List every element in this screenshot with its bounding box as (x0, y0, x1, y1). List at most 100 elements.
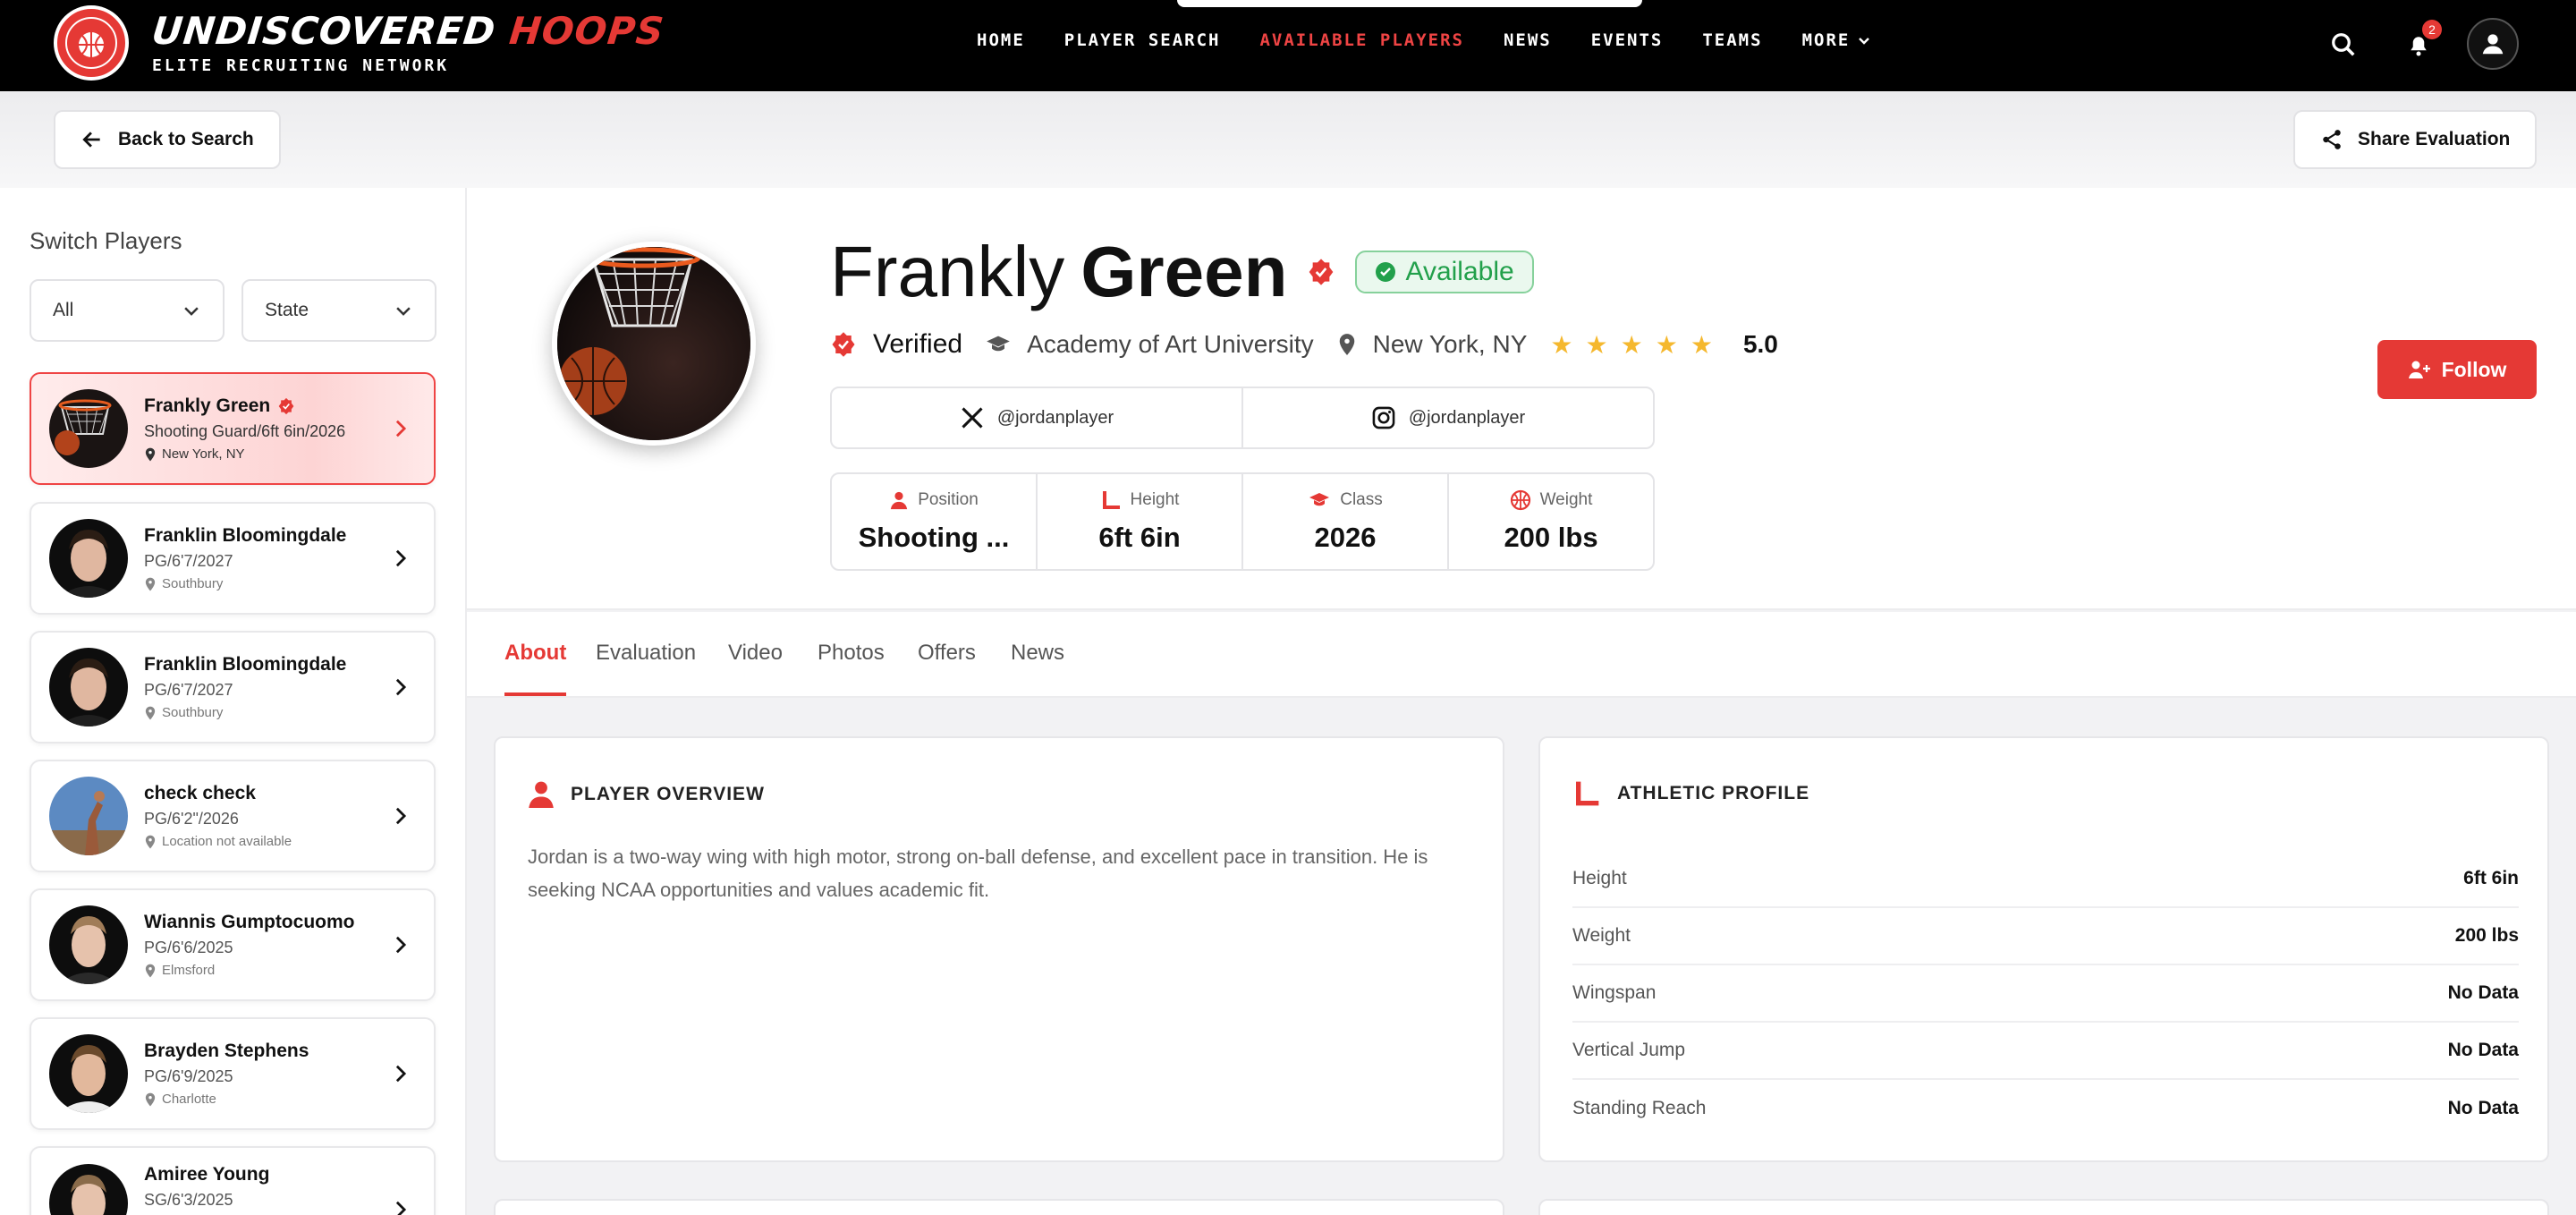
menu-teams[interactable]: TEAMS (1702, 30, 1762, 50)
basketball-icon (1510, 489, 1530, 511)
tab-photos[interactable]: Photos (818, 641, 885, 696)
school-name: Academy of Art University (1027, 330, 1314, 358)
brand-title: UNDISCOVERED HOOPS (149, 8, 666, 53)
player-card[interactable]: Franklin Bloomingdale PG/6'7/2027 Southb… (30, 502, 436, 615)
follow-button[interactable]: Follow (2377, 340, 2537, 399)
player-meta: PG/6'2"/2026 (144, 810, 239, 828)
notifications-button[interactable]: 2 (2399, 20, 2442, 64)
player-card[interactable]: Franklin Bloomingdale PG/6'7/2027 Southb… (30, 631, 436, 743)
share-evaluation-button[interactable]: Share Evaluation (2293, 110, 2538, 169)
twitter-link[interactable]: @jordanplayer (832, 388, 1243, 447)
menu-events[interactable]: EVENTS (1591, 30, 1664, 50)
location-pin-icon (145, 577, 156, 591)
location-pin-icon (145, 706, 156, 719)
star-icon: ★ (1655, 330, 1678, 359)
player-location: New York, NY (162, 446, 245, 462)
search-button[interactable] (2324, 25, 2363, 64)
share-label: Share Evaluation (2358, 129, 2511, 149)
player-photo (552, 242, 756, 446)
menu-available-players[interactable]: AVAILABLE PLAYERS (1259, 30, 1463, 50)
chevron-right-icon (395, 936, 407, 954)
top-notch (1177, 0, 1642, 7)
state-filter-select[interactable]: State (242, 279, 436, 342)
availability-badge: Available (1355, 251, 1534, 293)
search-icon (2332, 33, 2355, 56)
tab-about[interactable]: About (504, 641, 567, 696)
back-label: Back to Search (118, 129, 254, 149)
stat-height: Height 6ft 6in (1038, 474, 1243, 569)
location-pin-icon (145, 447, 156, 461)
location-pin-icon (1339, 334, 1354, 355)
athletic-row-height: Height 6ft 6in (1572, 851, 2519, 908)
verified-badge-icon (278, 397, 294, 415)
player-avatar (49, 648, 128, 726)
player-card[interactable]: Wiannis Gumptocuomo PG/6'6/2025 Elmsford (30, 888, 436, 1001)
notification-badge: 2 (2422, 20, 2442, 39)
chevron-right-icon (395, 1065, 407, 1083)
player-name: Wiannis Gumptocuomo (144, 912, 355, 932)
location-pin-icon (145, 1092, 156, 1106)
instagram-link[interactable]: @jordanplayer (1243, 388, 1653, 447)
player-avatar (49, 519, 128, 598)
first-name: Frankly (830, 232, 1065, 311)
chevron-right-icon (395, 678, 407, 696)
player-meta: Shooting Guard/6ft 6in/2026 (144, 422, 346, 440)
chevron-right-icon (395, 549, 407, 567)
x-twitter-icon (962, 407, 983, 429)
menu-player-search[interactable]: PLAYER SEARCH (1064, 30, 1221, 50)
chevron-right-icon (395, 420, 407, 438)
verified-badge-icon (1309, 259, 1334, 285)
player-avatar (49, 777, 128, 855)
position-filter-select[interactable]: All (30, 279, 225, 342)
player-name: Brayden Stephens (144, 1041, 309, 1061)
next-panel-left (494, 1199, 1504, 1215)
location-pin-icon (145, 835, 156, 848)
overview-text: Jordan is a two-way wing with high motor… (528, 845, 1428, 901)
player-name: Franklin Bloomingdale (144, 525, 347, 546)
player-location: Elmsford (162, 963, 216, 978)
player-name: Amiree Young (144, 1164, 270, 1185)
user-icon (891, 491, 908, 510)
player-card[interactable]: Brayden Stephens PG/6'9/2025 Charlotte (30, 1017, 436, 1130)
brand-logo[interactable]: UNDISCOVERED HOOPS ELITE RECRUITING NETW… (54, 5, 666, 81)
player-avatar (49, 389, 128, 468)
star-icon: ★ (1620, 330, 1643, 359)
last-name: Green (1080, 232, 1288, 311)
panel-title: PLAYER OVERVIEW (571, 784, 765, 804)
player-avatar (49, 1164, 128, 1215)
tab-evaluation[interactable]: Evaluation (596, 641, 696, 696)
sidebar-title: Switch Players (30, 227, 182, 254)
tab-news[interactable]: News (1011, 641, 1064, 696)
player-meta-row: Verified Academy of Art University New Y… (830, 329, 1778, 360)
graduation-cap-icon (1309, 493, 1330, 506)
menu-news[interactable]: NEWS (1504, 30, 1552, 50)
stat-class: Class 2026 (1243, 474, 1449, 569)
menu-more[interactable]: MORE (1802, 30, 1872, 50)
social-links: @jordanplayer @jordanplayer (830, 387, 1655, 449)
star-icon: ★ (1690, 330, 1713, 359)
account-button[interactable] (2467, 18, 2519, 70)
chevron-down-icon (1859, 38, 1870, 45)
player-location: Charlotte (162, 1092, 216, 1107)
player-meta: PG/6'7/2027 (144, 552, 233, 570)
location-pin-icon (145, 964, 156, 977)
tab-video[interactable]: Video (728, 641, 783, 696)
player-card-selected[interactable]: Frankly Green Shooting Guard/6ft 6in/202… (30, 372, 436, 485)
switch-players-sidebar: Switch Players All State Frankly Green S… (0, 188, 467, 1215)
verified-label: Verified (873, 329, 963, 359)
athletic-row-weight: Weight 200 lbs (1572, 908, 2519, 965)
menu-home[interactable]: HOME (977, 30, 1025, 50)
profile-tabs: About Evaluation Video Photos Offers New… (467, 612, 2576, 698)
player-stats-grid: Position Shooting ... Height 6ft 6in Cla… (830, 472, 1655, 571)
back-to-search-button[interactable]: Back to Search (54, 110, 281, 169)
graduation-cap-icon (987, 336, 1010, 352)
player-full-name: Frankly Green Available (830, 231, 1534, 313)
player-card[interactable]: check check PG/6'2"/2026 Location not av… (30, 760, 436, 872)
star-rating: ★ ★ ★ ★ ★ (1550, 330, 1713, 360)
share-icon (2323, 130, 2341, 149)
tab-offers[interactable]: Offers (918, 641, 976, 696)
player-card[interactable]: Amiree Young SG/6'3/2025 (30, 1146, 436, 1215)
player-location: New York, NY (1372, 330, 1528, 358)
athletic-row-vertical-jump: Vertical Jump No Data (1572, 1023, 2519, 1080)
profile-header: Frankly Green Available Verified Academy … (467, 188, 2576, 610)
